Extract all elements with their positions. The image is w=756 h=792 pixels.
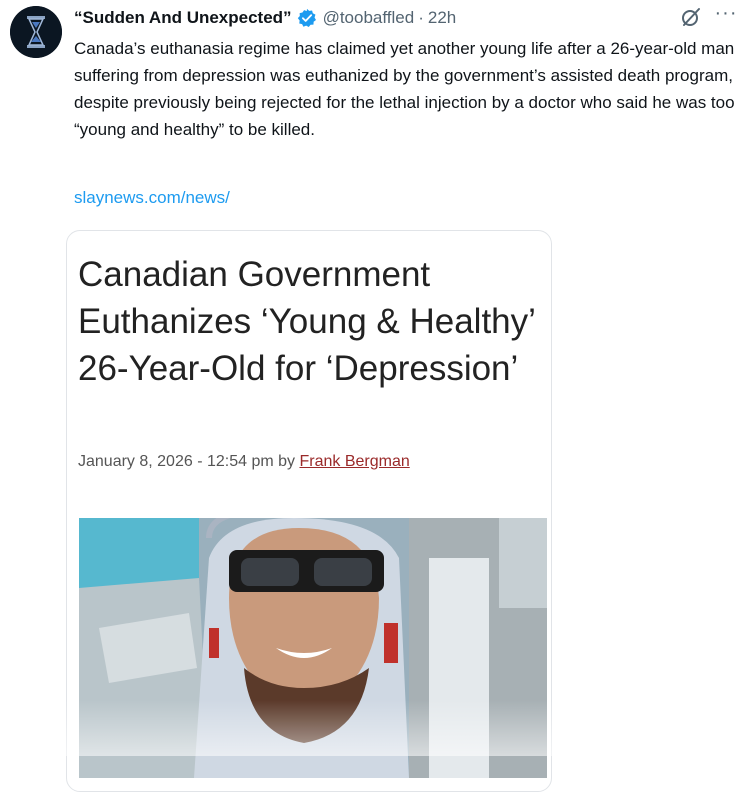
verified-badge-icon bbox=[297, 8, 317, 28]
tweet-text: Canada’s euthanasia regime has claimed y… bbox=[74, 39, 735, 139]
tweet-header: “Sudden And Unexpected” @toobaffled · 22… bbox=[74, 4, 674, 32]
grok-icon[interactable] bbox=[680, 6, 702, 28]
author-link[interactable]: Frank Bergman bbox=[299, 453, 409, 470]
timestamp[interactable]: 22h bbox=[428, 8, 456, 28]
tweet-link[interactable]: slaynews.com/news/ bbox=[74, 188, 230, 208]
handle[interactable]: @toobaffled bbox=[323, 8, 415, 28]
avatar[interactable] bbox=[10, 6, 62, 58]
bottom-fade-overlay bbox=[0, 700, 756, 756]
card-date: January 8, 2026 - 12:54 pm by bbox=[78, 453, 300, 470]
separator-dot: · bbox=[418, 8, 424, 27]
display-name[interactable]: “Sudden And Unexpected” bbox=[74, 8, 292, 28]
more-icon[interactable]: ··· bbox=[712, 2, 740, 28]
card-headline[interactable]: Canadian Government Euthanizes ‘Young & … bbox=[78, 251, 538, 392]
card-byline: January 8, 2026 - 12:54 pm by Frank Berg… bbox=[78, 453, 410, 471]
